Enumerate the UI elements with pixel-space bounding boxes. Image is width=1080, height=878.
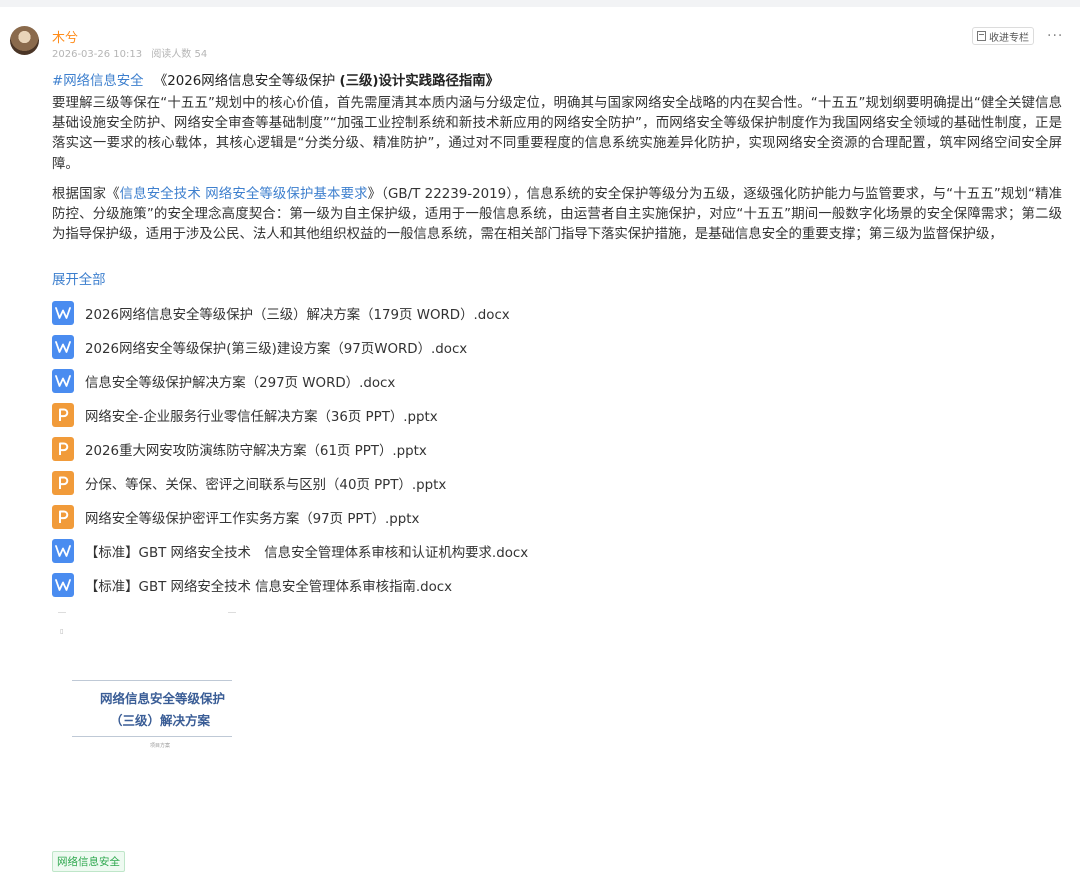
attachment-item[interactable]: 2026网络安全等级保护(第三级)建设方案（97页WORD）.docx (52, 330, 528, 364)
thumbnail-corner-mark (228, 612, 236, 613)
subscribe-label: 收进专栏 (989, 32, 1029, 44)
standard-link[interactable]: 信息安全技术 网络安全等级保护基本要求 (120, 187, 368, 202)
post-title: 《2026网络信息安全等级保护 (三级)设计实践路径指南》 (154, 74, 499, 89)
bookmark-icon (977, 31, 986, 41)
ppt-file-icon (52, 471, 74, 495)
thumbnail-bottom-rule (72, 736, 232, 737)
thumbnail-title-line2: （三级）解决方案 (110, 713, 211, 728)
thumbnail-subtitle: 项目方案 (150, 743, 171, 749)
attachment-item[interactable]: 【标准】GBT 网络安全技术 信息安全管理体系审核指南.docx (52, 568, 528, 602)
attachment-item[interactable]: 2026重大网安攻防演练防守解决方案（61页 PPT）.pptx (52, 432, 528, 466)
attachment-name: 网络安全-企业服务行业零信任解决方案（36页 PPT）.pptx (85, 410, 438, 425)
attachment-list: 2026网络信息安全等级保护（三级）解决方案（179页 WORD）.docx 20… (52, 296, 528, 602)
post-meta: 2026-03-26 10:13 阅读人数 54 (52, 45, 213, 60)
author-name[interactable]: 木兮 (52, 27, 78, 46)
para2-prefix: 根据国家《 (52, 187, 120, 202)
avatar[interactable] (10, 26, 39, 55)
post-title-line: #网络信息安全 《2026网络信息安全等级保护 (三级)设计实践路径指南》 (52, 72, 499, 92)
thumbnail-top-rule (72, 680, 232, 681)
post-paragraph-2: 根据国家《信息安全技术 网络安全等级保护基本要求》（GB/T 22239-201… (52, 185, 1062, 246)
attachment-name: 2026网络安全等级保护(第三级)建设方案（97页WORD）.docx (85, 342, 468, 357)
ppt-file-icon (52, 505, 74, 529)
attachment-name: 网络安全等级保护密评工作实务方案（97页 PPT）.pptx (85, 512, 420, 527)
more-options-icon[interactable]: ··· (1047, 28, 1063, 44)
post-date: 2026-03-26 10:13 (52, 49, 143, 60)
attachment-item[interactable]: 分保、等保、关保、密评之间联系与区别（40页 PPT）.pptx (52, 466, 528, 500)
attachment-name: 2026网络信息安全等级保护（三级）解决方案（179页 WORD）.docx (85, 308, 510, 323)
topic-tag[interactable]: 网络信息安全 (52, 851, 125, 872)
view-count: 阅读人数 54 (151, 49, 208, 60)
attachment-name: 分保、等保、关保、密评之间联系与区别（40页 PPT）.pptx (85, 478, 447, 493)
ppt-file-icon (52, 403, 74, 427)
subscribe-column-button[interactable]: 收进专栏 (972, 27, 1034, 45)
hashtag-link[interactable]: #网络信息安全 (52, 74, 144, 89)
word-file-icon (52, 573, 74, 597)
post-title-bold: (三级)设计实践路径指南》 (339, 74, 500, 89)
attachment-name: 【标准】GBT 网络安全技术 信息安全管理体系审核和认证机构要求.docx (85, 546, 529, 561)
ppt-file-icon (52, 437, 74, 461)
attachment-item[interactable]: 网络安全-企业服务行业零信任解决方案（36页 PPT）.pptx (52, 398, 528, 432)
post-paragraph-1: 要理解三级等保在“十五五”规划中的核心价值，首先需厘清其本质内涵与分级定位，明确… (52, 96, 1062, 172)
post-title-plain: 《2026网络信息安全等级保护 (153, 74, 340, 89)
document-thumbnail[interactable]: ▯ 网络信息安全等级保护 （三级）解决方案 项目方案 (58, 612, 236, 772)
thumbnail-corner-mark (58, 612, 66, 613)
attachment-item[interactable]: 2026网络信息安全等级保护（三级）解决方案（179页 WORD）.docx (52, 296, 528, 330)
attachment-name: 信息安全等级保护解决方案（297页 WORD）.docx (85, 376, 396, 391)
top-strip (0, 0, 1080, 7)
word-file-icon (52, 539, 74, 563)
word-file-icon (52, 335, 74, 359)
thumbnail-title-line1: 网络信息安全等级保护 (100, 691, 226, 706)
attachment-item[interactable]: 【标准】GBT 网络安全技术 信息安全管理体系审核和认证机构要求.docx (52, 534, 528, 568)
attachment-name: 2026重大网安攻防演练防守解决方案（61页 PPT）.pptx (85, 444, 427, 459)
word-file-icon (52, 369, 74, 393)
attachment-item[interactable]: 信息安全等级保护解决方案（297页 WORD）.docx (52, 364, 528, 398)
expand-all-link[interactable]: 展开全部 (52, 268, 106, 288)
attachment-name: 【标准】GBT 网络安全技术 信息安全管理体系审核指南.docx (85, 580, 453, 595)
word-file-icon (52, 301, 74, 325)
attachment-item[interactable]: 网络安全等级保护密评工作实务方案（97页 PPT）.pptx (52, 500, 528, 534)
thumbnail-page-mark: ▯ (60, 628, 64, 635)
